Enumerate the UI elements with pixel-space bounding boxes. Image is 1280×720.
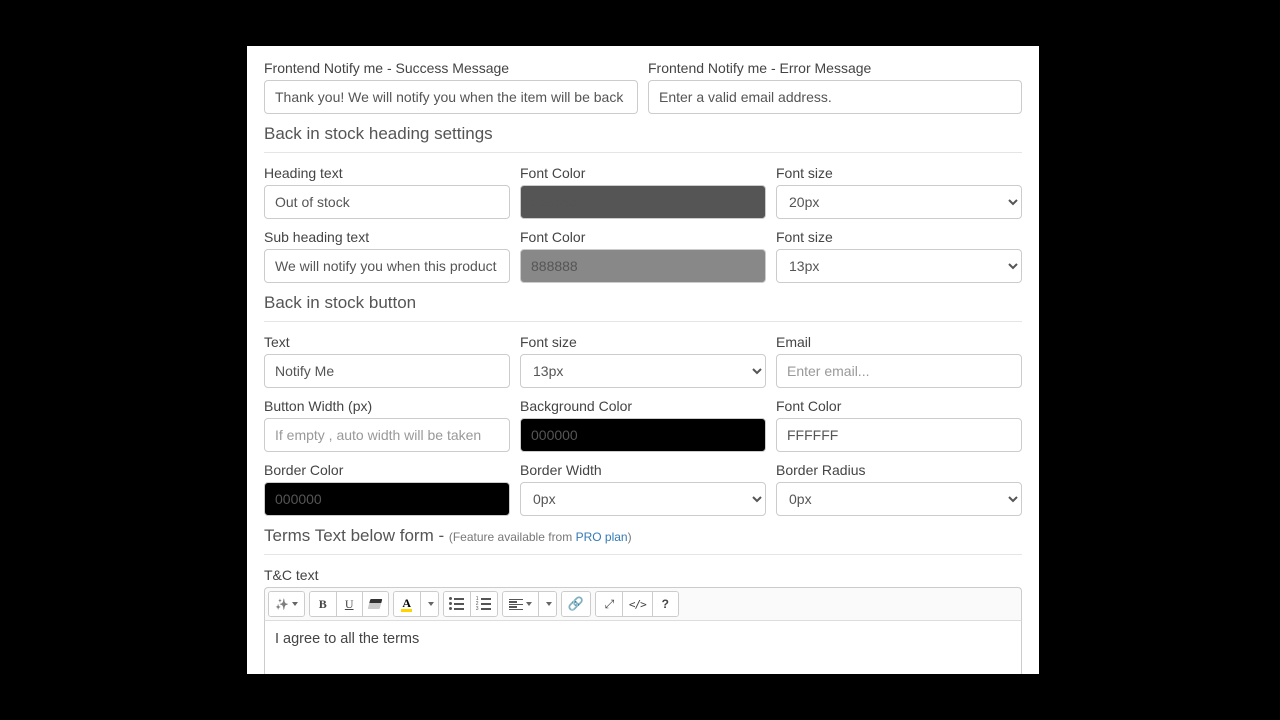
button-borderradius-label: Border Radius <box>776 462 1022 478</box>
button-fontsize-select[interactable]: 13px <box>520 354 766 388</box>
button-width-input[interactable] <box>264 418 510 452</box>
toolbar-bold-button[interactable]: B <box>310 592 336 616</box>
button-bordercolor-input[interactable] <box>264 482 510 516</box>
button-text-input[interactable] <box>264 354 510 388</box>
button-fontcolor-input[interactable] <box>776 418 1022 452</box>
button-borderwidth-select[interactable]: 0px <box>520 482 766 516</box>
toolbar-codeview-button[interactable]: </> <box>622 592 652 616</box>
subheading-text-input[interactable] <box>264 249 510 283</box>
heading-color-label: Font Color <box>520 165 766 181</box>
subheading-size-select[interactable]: 13px <box>776 249 1022 283</box>
toolbar-help-button[interactable]: ? <box>652 592 678 616</box>
section-button: Back in stock button <box>264 293 1022 313</box>
toolbar-align-button[interactable] <box>503 592 538 616</box>
button-fontsize-label: Font size <box>520 334 766 350</box>
button-width-label: Button Width (px) <box>264 398 510 414</box>
subheading-color-label: Font Color <box>520 229 766 245</box>
notify-success-input[interactable] <box>264 80 638 114</box>
subheading-size-label: Font size <box>776 229 1022 245</box>
heading-text-label: Heading text <box>264 165 510 181</box>
button-borderradius-select[interactable]: 0px <box>776 482 1022 516</box>
terms-note-prefix: (Feature available from <box>449 530 576 544</box>
link-icon: 🔗 <box>568 596 584 612</box>
heading-color-input[interactable] <box>520 185 766 219</box>
toolbar-underline-button[interactable]: U <box>336 592 362 616</box>
button-text-label: Text <box>264 334 510 350</box>
notify-error-label: Frontend Notify me - Error Message <box>648 60 1022 76</box>
notify-success-label: Frontend Notify me - Success Message <box>264 60 638 76</box>
expand-icon: ⤢ <box>605 597 614 612</box>
button-bg-input[interactable] <box>520 418 766 452</box>
list-ul-icon <box>450 598 464 610</box>
editor-toolbar: B U A 🔗 ⤢ </> ? <box>264 587 1022 621</box>
heading-size-label: Font size <box>776 165 1022 181</box>
button-email-label: Email <box>776 334 1022 350</box>
eraser-icon <box>368 599 383 609</box>
tc-text-label: T&C text <box>264 567 1022 583</box>
code-icon: </> <box>629 598 646 611</box>
heading-text-input[interactable] <box>264 185 510 219</box>
button-fontcolor-label: Font Color <box>776 398 1022 414</box>
toolbar-fullscreen-button[interactable]: ⤢ <box>596 592 622 616</box>
button-email-input[interactable] <box>776 354 1022 388</box>
list-ol-icon <box>477 598 491 610</box>
heading-size-select[interactable]: 20px <box>776 185 1022 219</box>
button-borderwidth-label: Border Width <box>520 462 766 478</box>
button-bg-label: Background Color <box>520 398 766 414</box>
align-icon <box>509 599 523 610</box>
help-icon: ? <box>662 597 669 611</box>
toolbar-unordered-list-button[interactable] <box>444 592 470 616</box>
notify-error-input[interactable] <box>648 80 1022 114</box>
subheading-color-input[interactable] <box>520 249 766 283</box>
toolbar-ordered-list-button[interactable] <box>470 592 497 616</box>
toolbar-style-button[interactable] <box>269 592 304 616</box>
toolbar-fontcolor-button[interactable]: A <box>394 592 420 616</box>
section-terms: Terms Text below form - (Feature availab… <box>264 526 1022 546</box>
toolbar-fontcolor-dropdown[interactable] <box>420 592 438 616</box>
toolbar-clear-button[interactable] <box>362 592 388 616</box>
settings-panel: Frontend Notify me - Success Message Fro… <box>247 46 1039 674</box>
section-heading-settings: Back in stock heading settings <box>264 124 1022 144</box>
divider <box>264 554 1022 555</box>
tc-text-editor[interactable]: I agree to all the terms <box>264 621 1022 674</box>
pro-plan-link[interactable]: PRO plan <box>576 530 628 544</box>
font-color-icon: A <box>401 597 412 612</box>
wand-icon <box>275 597 289 611</box>
toolbar-align-dropdown[interactable] <box>538 592 556 616</box>
terms-title: Terms Text below form - <box>264 526 449 545</box>
divider <box>264 152 1022 153</box>
toolbar-link-button[interactable]: 🔗 <box>562 592 590 616</box>
button-bordercolor-label: Border Color <box>264 462 510 478</box>
subheading-text-label: Sub heading text <box>264 229 510 245</box>
terms-note-suffix: ) <box>628 530 632 544</box>
divider <box>264 321 1022 322</box>
